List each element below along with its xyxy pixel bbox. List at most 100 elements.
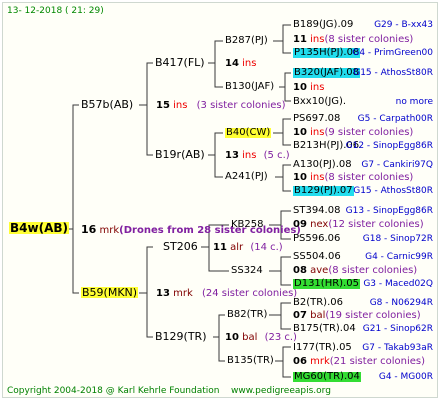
gen4-info-4: 10 ins [293, 83, 324, 93]
gen4-code-17: G3 - Maced02Q [363, 279, 433, 289]
root-tag: mrk [99, 225, 120, 236]
gen3-label-0[interactable]: B287(PJ) [225, 36, 268, 46]
gen4-num-16: 08 [293, 265, 307, 276]
gen4-info-19: 07 bal(19 sister colonies) [293, 311, 421, 321]
root-queen-label[interactable]: B4w(AB) [9, 222, 69, 234]
gen4-label-5[interactable]: Bxx10(JG). [293, 97, 346, 107]
gen4-label-9[interactable]: A130(PJ).08 [293, 160, 352, 170]
gen4-num-10: 10 [293, 172, 307, 183]
gen4-label-23[interactable]: MG60(TR).04 [293, 372, 361, 382]
gen2-info-2: 11 alr (14 c.) [213, 243, 283, 253]
gen2-sisters-1: (5 c.) [263, 150, 290, 161]
gen1-sisters-1: (24 sister colonies) [201, 288, 298, 299]
gen4-label-18[interactable]: B2(TR).06 [293, 298, 343, 308]
gen4-code-9: G7 - Cankiri97Q [361, 160, 433, 170]
gen4-info-16: 08 ave(8 sister colonies) [293, 266, 417, 276]
gen4-num-7: 10 [293, 127, 307, 138]
gen4-code-11: G15 - AthosSt80R [353, 186, 433, 196]
gen4-tag-10: ins [310, 172, 325, 183]
gen4-sisters-7: (9 sister colonies) [324, 127, 414, 138]
gen1-tag-0: ins [173, 100, 188, 111]
gen4-tag-1: ins [310, 34, 325, 45]
gen3-info-0: 14 ins [225, 59, 256, 69]
gen2-tag-2: alr [230, 242, 244, 253]
gen4-code-2: G4 - PrimGreen00 [352, 48, 433, 58]
gen4-code-21: G7 - Takab93aR [362, 343, 433, 353]
gen4-info-22: 06 mrk(21 sister colonies) [293, 357, 425, 367]
gen3-num-0: 14 [225, 58, 239, 69]
gen3-tag-0: ins [242, 58, 257, 69]
gen1-label-0[interactable]: B57b(AB) [81, 99, 133, 110]
gen1-label-1[interactable]: B59(MKN) [81, 287, 139, 298]
gen4-num-19: 07 [293, 310, 307, 321]
gen1-info-1: 13 mrk (24 sister colonies) [156, 289, 297, 299]
gen4-label-12[interactable]: ST394.08 [293, 206, 340, 216]
gen4-info-7: 10 ins(9 sister colonies) [293, 128, 413, 138]
gen4-tag-22: mrk [310, 356, 330, 367]
gen4-sisters-10: (8 sister colonies) [324, 172, 414, 183]
gen4-tag-4: ins [310, 82, 325, 93]
gen4-label-14[interactable]: PS596.06 [293, 234, 340, 244]
gen4-tag-7: ins [310, 127, 325, 138]
gen4-code-5: no more [395, 97, 433, 107]
gen2-label-1[interactable]: B19r(AB) [155, 149, 205, 160]
gen3-label-5[interactable]: SS324 [231, 266, 263, 276]
gen3-label-2[interactable]: B40(CW) [225, 128, 272, 138]
gen3-label-4[interactable]: KB258 [231, 220, 264, 230]
gen4-label-15[interactable]: SS504.06 [293, 252, 341, 262]
gen2-info-1: 13 ins (5 c.) [225, 151, 290, 161]
timestamp: 13- 12-2018 ( 21: 29) [7, 6, 104, 16]
gen4-label-2[interactable]: P135H(PJ).08 [293, 48, 361, 58]
gen4-label-17[interactable]: D131(HR).05 [293, 279, 360, 289]
gen4-tag-16: ave [310, 265, 329, 276]
gen1-sisters-0: (3 sister colonies) [196, 100, 286, 111]
gen2-tag-3: bal [242, 332, 258, 343]
gen3-label-6[interactable]: B82(TR) [227, 310, 267, 320]
gen1-info-0: 15 ins (3 sister colonies) [156, 101, 286, 111]
website-link[interactable]: www.pedigreeapis.org [231, 387, 331, 396]
gen4-label-0[interactable]: B189(JG).09 [293, 20, 353, 30]
gen4-code-18: G8 - N06294R [369, 298, 433, 308]
gen1-tag-1: mrk [173, 288, 193, 299]
gen2-num-2: 11 [213, 242, 227, 253]
gen2-sisters-2: (14 c.) [250, 242, 283, 253]
gen4-num-13: 09 [293, 219, 307, 230]
gen4-code-0: G29 - B-xx43 [374, 20, 433, 30]
gen4-label-3[interactable]: B320(JAF).08 [293, 68, 361, 78]
gen4-tag-13: nex [310, 219, 329, 230]
gen2-num-3: 10 [225, 332, 239, 343]
gen3-label-7[interactable]: B135(TR) [227, 356, 274, 366]
gen4-sisters-16: (8 sister colonies) [328, 265, 418, 276]
gen4-code-12: G13 - SinopEgg86R [345, 206, 433, 216]
gen4-tag-19: bal [310, 310, 326, 321]
root-generation-number: 16 [81, 223, 97, 236]
gen4-label-11[interactable]: B129(PJ).07 [293, 186, 354, 196]
drone-origin-text: (Drones from 28 sister colonies) [119, 225, 301, 236]
gen4-num-22: 06 [293, 356, 307, 367]
gen4-info-13: 09 nex(12 sister colonies) [293, 220, 424, 230]
gen4-label-20[interactable]: B175(TR).04 [293, 324, 356, 334]
gen4-code-15: G4 - Carnic99R [365, 252, 433, 262]
copyright-text: Copyright 2004-2018 @ Karl Kehrle Founda… [7, 386, 220, 396]
gen1-num-0: 15 [156, 100, 170, 111]
gen4-code-6: G5 - Carpath00R [357, 114, 433, 124]
gen4-sisters-1: (8 sister colonies) [324, 34, 414, 45]
gen3-label-3[interactable]: A241(PJ) [225, 172, 268, 182]
root-info: 16 mrk(Drones from 28 sister colonies) [81, 224, 301, 236]
gen2-label-2[interactable]: ST206 [163, 241, 198, 252]
gen4-code-14: G18 - Sinop72R [362, 234, 433, 244]
gen4-sisters-13: (12 sister colonies) [328, 219, 424, 230]
gen1-num-1: 13 [156, 288, 170, 299]
gen4-code-8: G12 - SinopEgg86R [345, 141, 433, 151]
gen2-label-3[interactable]: B129(TR) [155, 331, 207, 342]
gen4-code-23: G4 - MG00R [378, 372, 433, 382]
gen2-label-0[interactable]: B417(FL) [155, 57, 205, 68]
gen4-sisters-22: (21 sister colonies) [329, 356, 426, 367]
gen2-info-3: 10 bal (23 c.) [225, 333, 297, 343]
gen4-label-6[interactable]: PS697.08 [293, 114, 340, 124]
pedigree-connector-lines [65, 24, 291, 378]
gen4-num-4: 10 [293, 82, 307, 93]
gen4-info-10: 10 ins(8 sister colonies) [293, 173, 413, 183]
gen4-label-21[interactable]: I177(TR).05 [293, 343, 352, 353]
gen3-label-1[interactable]: B130(JAF) [225, 82, 274, 92]
